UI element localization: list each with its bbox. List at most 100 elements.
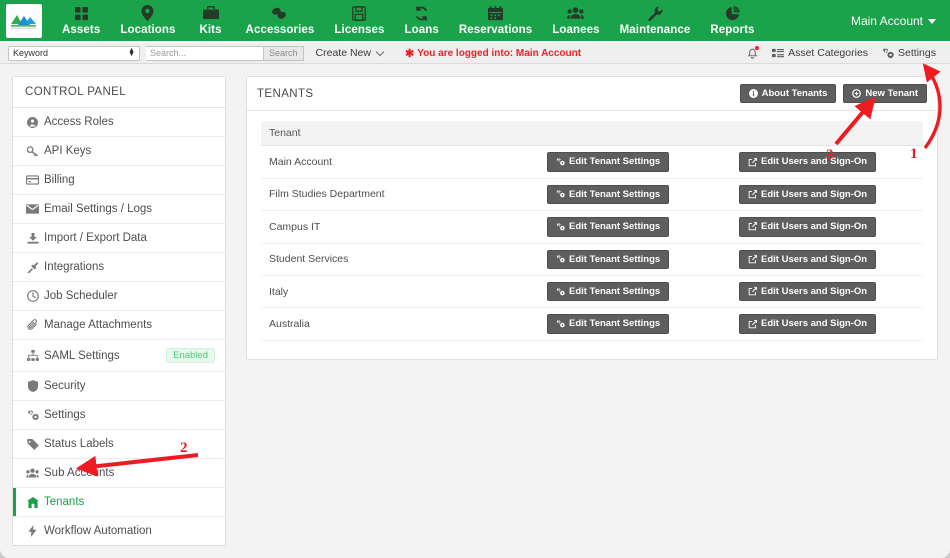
edit-users-signon-button[interactable]: Edit Users and Sign-On: [739, 250, 876, 269]
pencil-square-icon: [748, 320, 757, 329]
sidebar-item-access-roles[interactable]: Access Roles: [13, 108, 225, 137]
nav-label: Reports: [710, 24, 754, 36]
sidebar-item-import-export[interactable]: Import / Export Data: [13, 224, 225, 253]
about-tenants-button[interactable]: About Tenants: [740, 84, 837, 103]
pencil-square-icon: [748, 190, 757, 199]
search-input[interactable]: Search...: [146, 46, 264, 61]
sidebar-item-email-settings[interactable]: Email Settings / Logs: [13, 195, 225, 224]
tenant-users-cell: Edit Users and Sign-On: [731, 211, 923, 243]
nav-item-reservations[interactable]: Reservations: [449, 0, 542, 36]
tenant-settings-cell: Edit Tenant Settings: [539, 178, 731, 210]
edit-tenant-settings-button[interactable]: Edit Tenant Settings: [547, 282, 669, 301]
table-row: Film Studies Department Edit Tenant Sett…: [261, 178, 923, 210]
navbar-right: Main Account: [851, 0, 950, 41]
paperclip-icon: [25, 319, 40, 331]
browser-page: Assets Locations Kits Accessories: [0, 0, 950, 558]
nav-item-locations[interactable]: Locations: [110, 0, 185, 36]
credit-card-icon: [25, 175, 40, 185]
refresh-icon: [414, 4, 429, 22]
sidebar-item-api-keys[interactable]: API Keys: [13, 137, 225, 166]
sidebar-item-label: Import / Export Data: [44, 232, 147, 244]
asterisk-icon: ✱: [405, 47, 414, 60]
sidebar-item-integrations[interactable]: Integrations: [13, 253, 225, 282]
about-tenants-label: About Tenants: [762, 88, 828, 99]
edit-users-signon-button[interactable]: Edit Users and Sign-On: [739, 185, 876, 204]
edit-tenant-settings-button[interactable]: Edit Tenant Settings: [547, 152, 669, 171]
sidebar-item-billing[interactable]: Billing: [13, 166, 225, 195]
app-logo[interactable]: [6, 4, 42, 38]
envelope-icon: [25, 204, 40, 214]
top-navbar: Assets Locations Kits Accessories: [0, 0, 950, 43]
account-menu-label: Main Account: [851, 14, 923, 28]
table-row: Campus IT Edit Tenant Settings: [261, 211, 923, 243]
nav-item-accessories[interactable]: Accessories: [236, 0, 325, 36]
table-row: Australia Edit Tenant Settings: [261, 308, 923, 340]
new-tenant-button[interactable]: New Tenant: [843, 84, 927, 103]
chevron-down-icon: [376, 47, 384, 55]
nav-item-assets[interactable]: Assets: [52, 0, 110, 36]
chevron-down-icon: [928, 19, 936, 24]
nav-item-kits[interactable]: Kits: [186, 0, 236, 36]
edit-tenant-settings-button[interactable]: Edit Tenant Settings: [547, 314, 669, 333]
gears-icon: [556, 288, 565, 296]
column-header-users: [731, 121, 923, 146]
sidebar-item-tenants[interactable]: Tenants: [13, 488, 225, 517]
floppy-disk-icon: [352, 4, 366, 22]
edit-tenant-settings-button[interactable]: Edit Tenant Settings: [547, 217, 669, 236]
pencil-square-icon: [748, 255, 757, 264]
sidebar-item-label: Manage Attachments: [44, 319, 152, 331]
sidebar-item-workflow-automation[interactable]: Workflow Automation: [13, 517, 225, 545]
gears-icon: [25, 410, 40, 421]
settings-link[interactable]: Settings: [882, 47, 936, 59]
nav-item-loans[interactable]: Loans: [394, 0, 448, 36]
nav-item-loanees[interactable]: Loanees: [542, 0, 609, 36]
edit-users-signon-button[interactable]: Edit Users and Sign-On: [739, 152, 876, 171]
gears-icon: [556, 158, 565, 166]
table-row: Student Services Edit Tenant Settings: [261, 243, 923, 275]
sidebar-header: CONTROL PANEL: [13, 77, 225, 108]
sidebar-item-security[interactable]: Security: [13, 372, 225, 401]
tenants-panel: TENANTS About Tenants New Tenant: [246, 76, 938, 360]
edit-users-signon-button[interactable]: Edit Users and Sign-On: [739, 282, 876, 301]
nav-item-licenses[interactable]: Licenses: [324, 0, 394, 36]
calendar-icon: [488, 4, 503, 22]
edit-tenant-settings-button[interactable]: Edit Tenant Settings: [547, 250, 669, 269]
sidebar-item-job-scheduler[interactable]: Job Scheduler: [13, 282, 225, 311]
gears-icon: [556, 190, 565, 198]
tenant-settings-cell: Edit Tenant Settings: [539, 243, 731, 275]
subbar-right: Asset Categories Settings: [747, 47, 942, 59]
logged-in-notice: ✱ You are logged into: Main Account: [405, 47, 581, 60]
keyword-select[interactable]: Keyword ▲▼: [8, 46, 140, 61]
keyword-select-value: Keyword: [13, 48, 48, 58]
nav-items: Assets Locations Kits Accessories: [52, 0, 765, 41]
panel-header-buttons: About Tenants New Tenant: [740, 84, 927, 103]
create-new-menu[interactable]: Create New: [316, 47, 383, 59]
edit-tenant-settings-button[interactable]: Edit Tenant Settings: [547, 185, 669, 204]
users-icon: [25, 468, 40, 478]
edit-users-signon-button[interactable]: Edit Users and Sign-On: [739, 314, 876, 333]
edit-users-signon-label: Edit Users and Sign-On: [761, 189, 867, 200]
sidebar-item-saml-settings[interactable]: SAML Settings Enabled: [13, 340, 225, 372]
sidebar-item-status-labels[interactable]: Status Labels: [13, 430, 225, 459]
account-menu[interactable]: Main Account: [851, 14, 936, 28]
gears-icon: [556, 223, 565, 231]
nav-label: Loans: [404, 24, 438, 36]
edit-users-signon-button[interactable]: Edit Users and Sign-On: [739, 217, 876, 236]
saml-status-badge: Enabled: [166, 348, 215, 363]
info-icon: [749, 89, 758, 98]
asset-categories-link[interactable]: Asset Categories: [772, 47, 868, 59]
nav-item-maintenance[interactable]: Maintenance: [610, 0, 701, 36]
nav-item-reports[interactable]: Reports: [700, 0, 764, 36]
logged-in-text: You are logged into: Main Account: [417, 48, 581, 59]
sidebar-item-manage-attachments[interactable]: Manage Attachments: [13, 311, 225, 340]
sidebar-item-sub-accounts[interactable]: Sub Accounts: [13, 459, 225, 488]
edit-tenant-settings-label: Edit Tenant Settings: [569, 286, 660, 297]
sidebar-item-label: Settings: [44, 409, 86, 421]
search-button-label: Search: [269, 48, 298, 58]
notifications-button[interactable]: [747, 47, 758, 59]
nav-label: Reservations: [459, 24, 532, 36]
tenant-name: Australia: [261, 308, 539, 340]
pencil-square-icon: [748, 158, 757, 167]
search-button[interactable]: Search: [264, 46, 304, 61]
sidebar-item-settings[interactable]: Settings: [13, 401, 225, 430]
